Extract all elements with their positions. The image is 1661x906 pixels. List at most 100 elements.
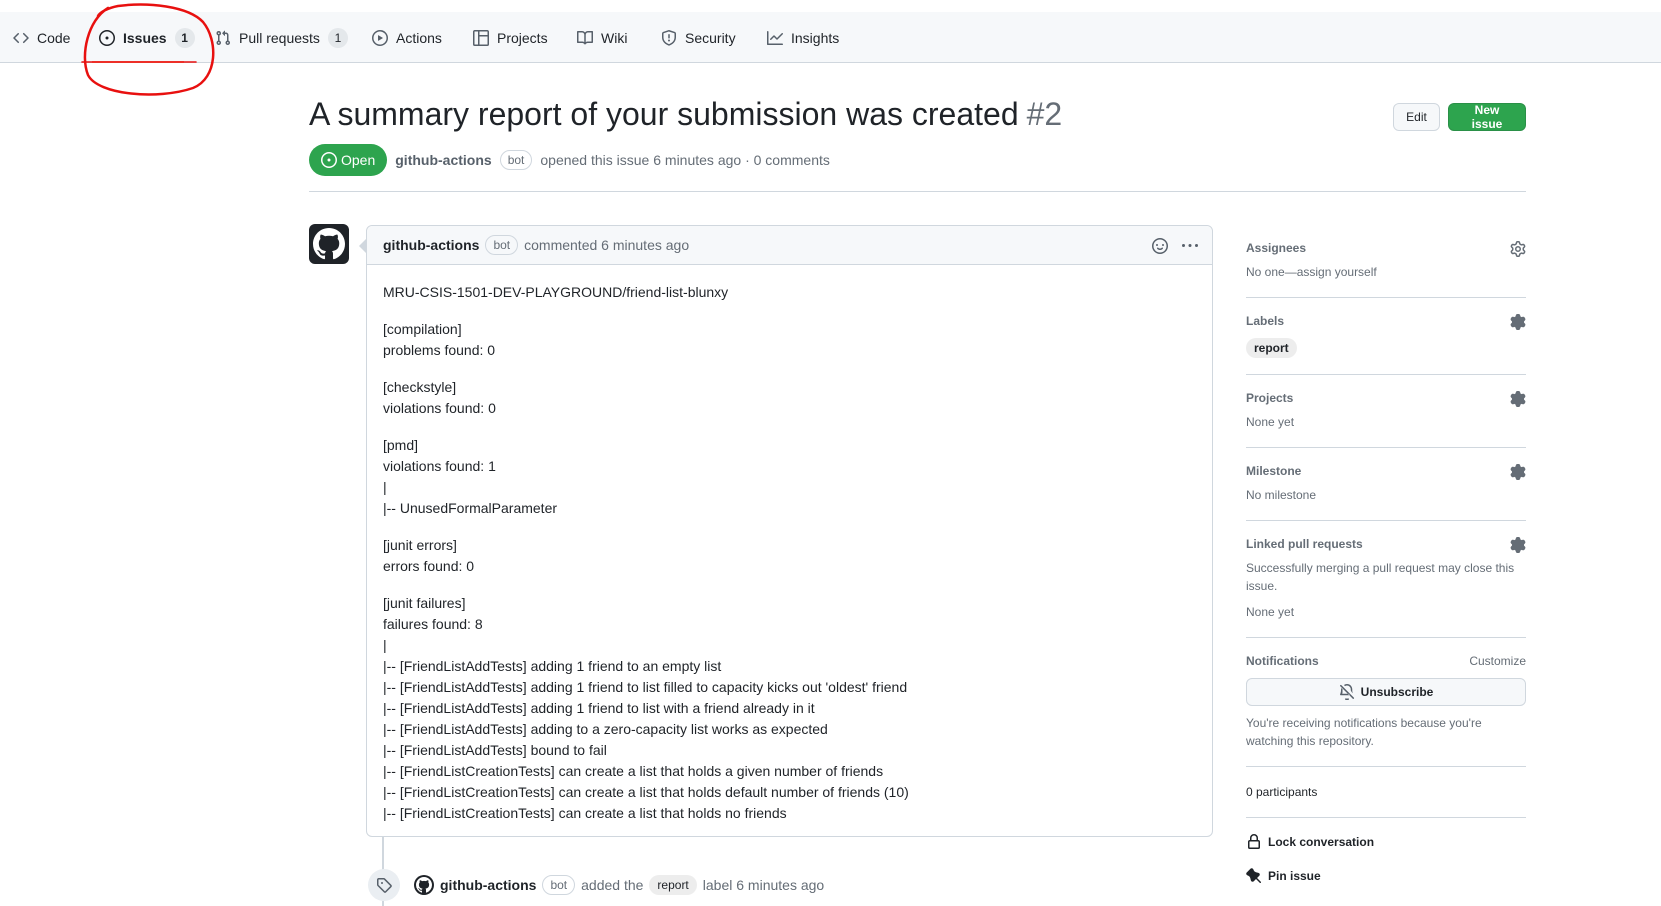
tab-pull-requests[interactable]: Pull requests 1 — [215, 12, 348, 63]
comment-actions — [1152, 226, 1198, 265]
tab-actions[interactable]: Actions — [372, 12, 442, 63]
lock-conversation-label: Lock conversation — [1268, 835, 1375, 849]
sidebar-milestone-value: No milestone — [1246, 488, 1317, 502]
tab-projects[interactable]: Projects — [473, 12, 548, 63]
issue-opened-icon — [99, 29, 115, 46]
label-report[interactable]: report — [649, 875, 697, 895]
unsubscribe-button[interactable]: Unsubscribe — [1246, 678, 1526, 706]
status-badge-label: Open — [341, 152, 376, 168]
participants-count: 0 participants — [1246, 785, 1318, 799]
gear-icon[interactable] — [1510, 537, 1526, 553]
new-issue-button[interactable]: New issue — [1448, 103, 1526, 131]
sidebar-assignees-title: Assignees — [1246, 241, 1307, 255]
repo-nav: Code Issues 1 Pull requests 1 Actions Pr… — [0, 12, 1661, 63]
selected-tab-underline — [92, 61, 184, 63]
gear-icon[interactable] — [1510, 241, 1526, 257]
top-strip — [0, 0, 1661, 12]
comment-paragraph: MRU-CSIS-1501-DEV-PLAYGROUND/friend-list… — [383, 284, 729, 300]
pin-issue-label: Pin issue — [1268, 869, 1321, 883]
sidebar-projects: Projects None yet — [1246, 375, 1526, 448]
sidebar-projects-value: None yet — [1246, 415, 1295, 429]
avatar[interactable] — [414, 875, 434, 895]
git-pull-request-icon — [216, 30, 231, 45]
bot-badge: bot — [542, 875, 576, 895]
smiley-icon[interactable] — [1152, 237, 1168, 254]
pin-icon — [1246, 868, 1262, 884]
github-mark-icon — [416, 877, 432, 893]
sidebar-notifications-desc: You're receiving notifications because y… — [1246, 716, 1482, 748]
issue-title-text: A summary report of your submission was … — [309, 96, 1019, 132]
sidebar-projects-title: Projects — [1246, 391, 1294, 405]
avatar[interactable] — [309, 224, 349, 264]
tab-code-label: Code — [37, 29, 71, 46]
tab-pull-requests-label: Pull requests — [239, 29, 320, 46]
sidebar-linked-value: None yet — [1246, 605, 1295, 619]
issue-sidebar: Assignees No one—assign yourself Labels … — [1246, 225, 1526, 884]
gear-icon[interactable] — [1510, 391, 1526, 407]
bell-slash-icon — [1339, 684, 1354, 700]
sidebar-labels-title: Labels — [1246, 314, 1285, 328]
tab-projects-label: Projects — [497, 29, 548, 46]
sidebar-labels: Labels report — [1246, 298, 1526, 375]
customize-link[interactable]: Customize — [1469, 654, 1526, 668]
comment-timestamp[interactable]: commented 6 minutes ago — [524, 237, 689, 253]
issue-number: #2 — [1026, 96, 1063, 132]
gear-icon[interactable] — [1510, 464, 1526, 480]
lock-conversation-link[interactable]: Lock conversation — [1246, 818, 1526, 866]
github-mark-icon — [313, 228, 345, 260]
tab-security-label: Security — [685, 29, 736, 46]
tab-issues-label: Issues — [123, 29, 167, 46]
comment-paragraph: [compilation] problems found: 0 — [383, 321, 496, 358]
tab-insights[interactable]: Insights — [767, 12, 839, 63]
table-icon — [473, 29, 489, 46]
header-divider — [309, 191, 1526, 192]
code-icon — [13, 32, 29, 43]
pin-issue-link[interactable]: Pin issue — [1246, 868, 1526, 884]
issue-meta: opened this issue 6 minutes ago · 0 comm… — [540, 152, 830, 168]
shield-icon — [662, 29, 676, 46]
sidebar-notifications: Notifications Customize Unsubscribe You'… — [1246, 638, 1526, 767]
comment-paragraph: [junit failures] failures found: 8 | |--… — [383, 595, 909, 821]
issue-title: A summary report of your submission was … — [309, 96, 1062, 133]
sidebar-linked-desc: Successfully merging a pull request may … — [1246, 561, 1515, 593]
pull-requests-counter: 1 — [327, 27, 348, 48]
comment-author-link[interactable]: github-actions — [383, 237, 479, 253]
bot-badge: bot — [485, 235, 519, 255]
status-badge: Open — [309, 144, 388, 176]
issue-author-link[interactable]: github-actions — [395, 152, 491, 168]
edit-button[interactable]: Edit — [1393, 103, 1440, 131]
lock-icon — [1248, 834, 1260, 849]
comment-header: github-actions bot commented 6 minutes a… — [367, 226, 1212, 265]
play-icon — [372, 29, 388, 46]
assign-yourself-link[interactable]: No one—assign yourself — [1246, 263, 1526, 281]
event-badge — [368, 869, 400, 901]
label-event: github-actions bot added the report labe… — [368, 869, 824, 901]
sidebar-assignees: Assignees No one—assign yourself — [1246, 225, 1526, 298]
tab-actions-label: Actions — [396, 29, 442, 46]
tag-icon — [377, 878, 392, 893]
comment-body: MRU-CSIS-1501-DEV-PLAYGROUND/friend-list… — [367, 265, 1212, 824]
issue-state-row: Open github-actions bot opened this issu… — [309, 144, 830, 176]
kebab-horizontal-icon[interactable] — [1182, 238, 1198, 254]
graph-icon — [767, 30, 783, 45]
sidebar-participants: 0 participants — [1246, 767, 1526, 818]
tab-code[interactable]: Code — [13, 12, 70, 63]
comment-box: github-actions bot commented 6 minutes a… — [359, 225, 1213, 837]
event-text-prefix: added the — [581, 877, 644, 893]
book-icon — [577, 30, 593, 44]
unsubscribe-label: Unsubscribe — [1360, 685, 1434, 699]
comment-paragraph: [junit errors] errors found: 0 — [383, 537, 475, 574]
tab-insights-label: Insights — [791, 29, 840, 46]
issues-counter: 1 — [174, 27, 195, 48]
tab-issues[interactable]: Issues 1 — [99, 12, 195, 63]
comment-paragraph: [pmd] violations found: 1 | |-- UnusedFo… — [383, 437, 558, 516]
event-author-link[interactable]: github-actions — [440, 877, 536, 893]
issue-opened-icon — [321, 152, 337, 168]
tab-security[interactable]: Security — [661, 12, 736, 63]
label-report[interactable]: report — [1246, 338, 1297, 358]
sidebar-milestone-title: Milestone — [1246, 464, 1302, 478]
sidebar-linked-title: Linked pull requests — [1246, 537, 1363, 551]
comment-paragraph: [checkstyle] violations found: 0 — [383, 379, 496, 416]
gear-icon[interactable] — [1510, 314, 1526, 330]
tab-wiki[interactable]: Wiki — [577, 12, 627, 63]
